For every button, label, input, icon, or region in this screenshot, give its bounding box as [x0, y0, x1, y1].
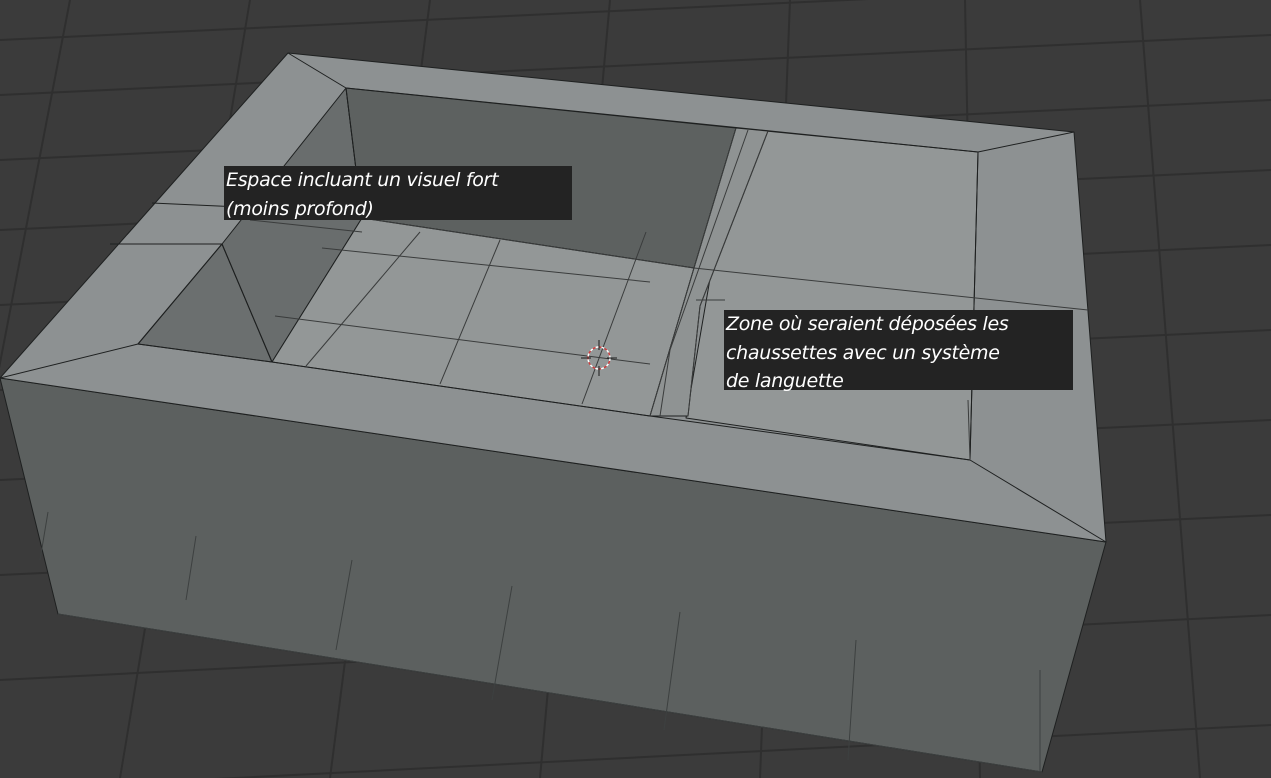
box-tray-mesh[interactable] — [0, 52, 1107, 773]
3d-viewport[interactable]: Espace incluant un visuel fort (moins pr… — [0, 0, 1271, 778]
annotation-socks-zone: Zone où seraient déposées les chaussette… — [724, 310, 1073, 392]
scene-canvas[interactable] — [0, 0, 1271, 778]
annotation-socks-line-2: chaussettes avec un système — [726, 341, 1000, 364]
annotation-visual-space: Espace incluant un visuel fort (moins pr… — [224, 166, 572, 220]
annotation-socks-line-3: de languette — [726, 370, 844, 392]
annotation-visual-line-1: Espace incluant un visuel fort — [226, 169, 499, 191]
annotation-visual-line-2: (moins profond) — [226, 198, 374, 220]
annotation-socks-line-1: Zone où seraient déposées les — [726, 313, 1009, 335]
